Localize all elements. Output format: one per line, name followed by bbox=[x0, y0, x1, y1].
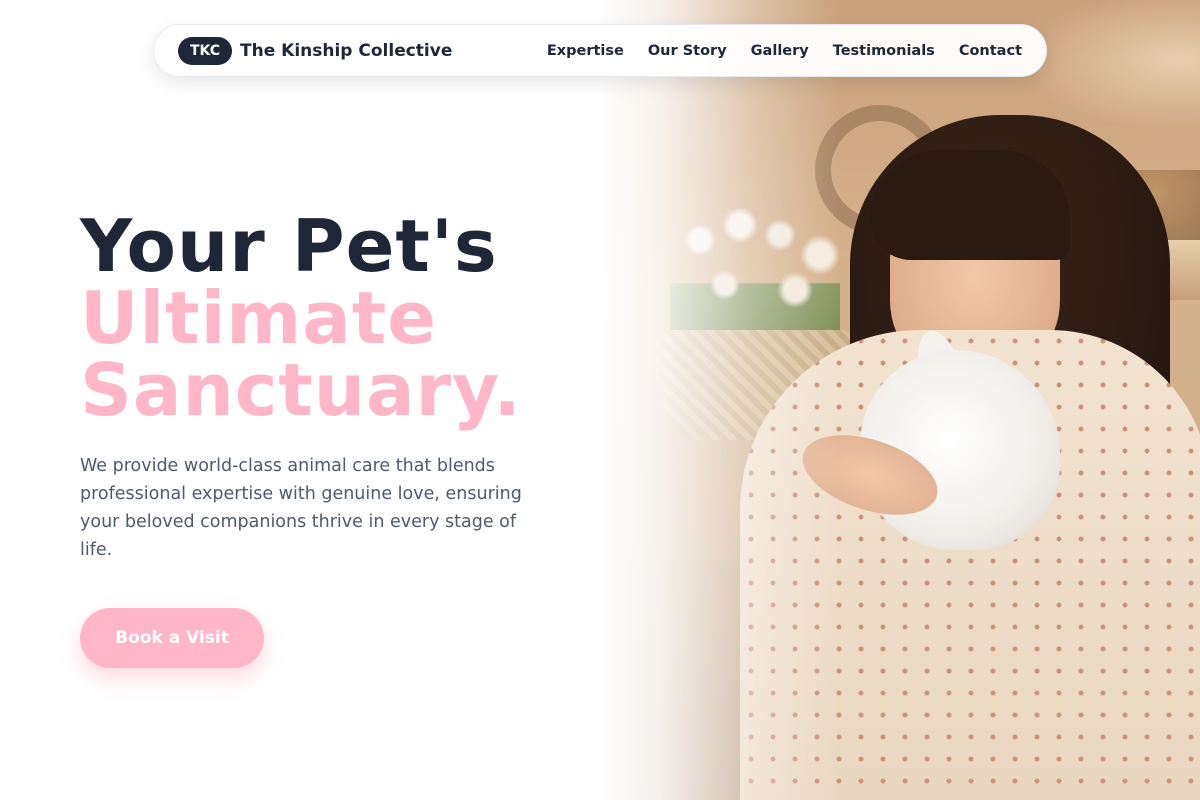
nav-link-our-story[interactable]: Our Story bbox=[648, 43, 727, 59]
nav-link-gallery[interactable]: Gallery bbox=[751, 43, 809, 59]
hero-title-line-1: Your Pet's bbox=[80, 204, 498, 288]
hero-section: Your Pet's Ultimate Sanctuary. We provid… bbox=[80, 210, 580, 668]
top-navbar: TKC The Kinship Collective Expertise Our… bbox=[153, 24, 1047, 77]
nav-link-expertise[interactable]: Expertise bbox=[547, 43, 624, 59]
hero-title: Your Pet's Ultimate Sanctuary. bbox=[80, 210, 580, 426]
brand-name[interactable]: The Kinship Collective bbox=[240, 41, 452, 61]
photo-fade-overlay bbox=[600, 0, 840, 800]
hero-description: We provide world-class animal care that … bbox=[80, 456, 522, 560]
hero-photo bbox=[600, 0, 1200, 800]
hero-title-line-2: Ultimate bbox=[80, 276, 438, 360]
photo-woman-bangs bbox=[870, 150, 1070, 260]
hero-title-line-3: Sanctuary. bbox=[80, 348, 522, 432]
logo-badge[interactable]: TKC bbox=[178, 36, 232, 65]
nav-link-contact[interactable]: Contact bbox=[959, 43, 1022, 59]
nav-link-testimonials[interactable]: Testimonials bbox=[833, 43, 935, 59]
nav-links: Expertise Our Story Gallery Testimonials… bbox=[547, 43, 1022, 59]
book-visit-button[interactable]: Book a Visit bbox=[80, 608, 264, 668]
